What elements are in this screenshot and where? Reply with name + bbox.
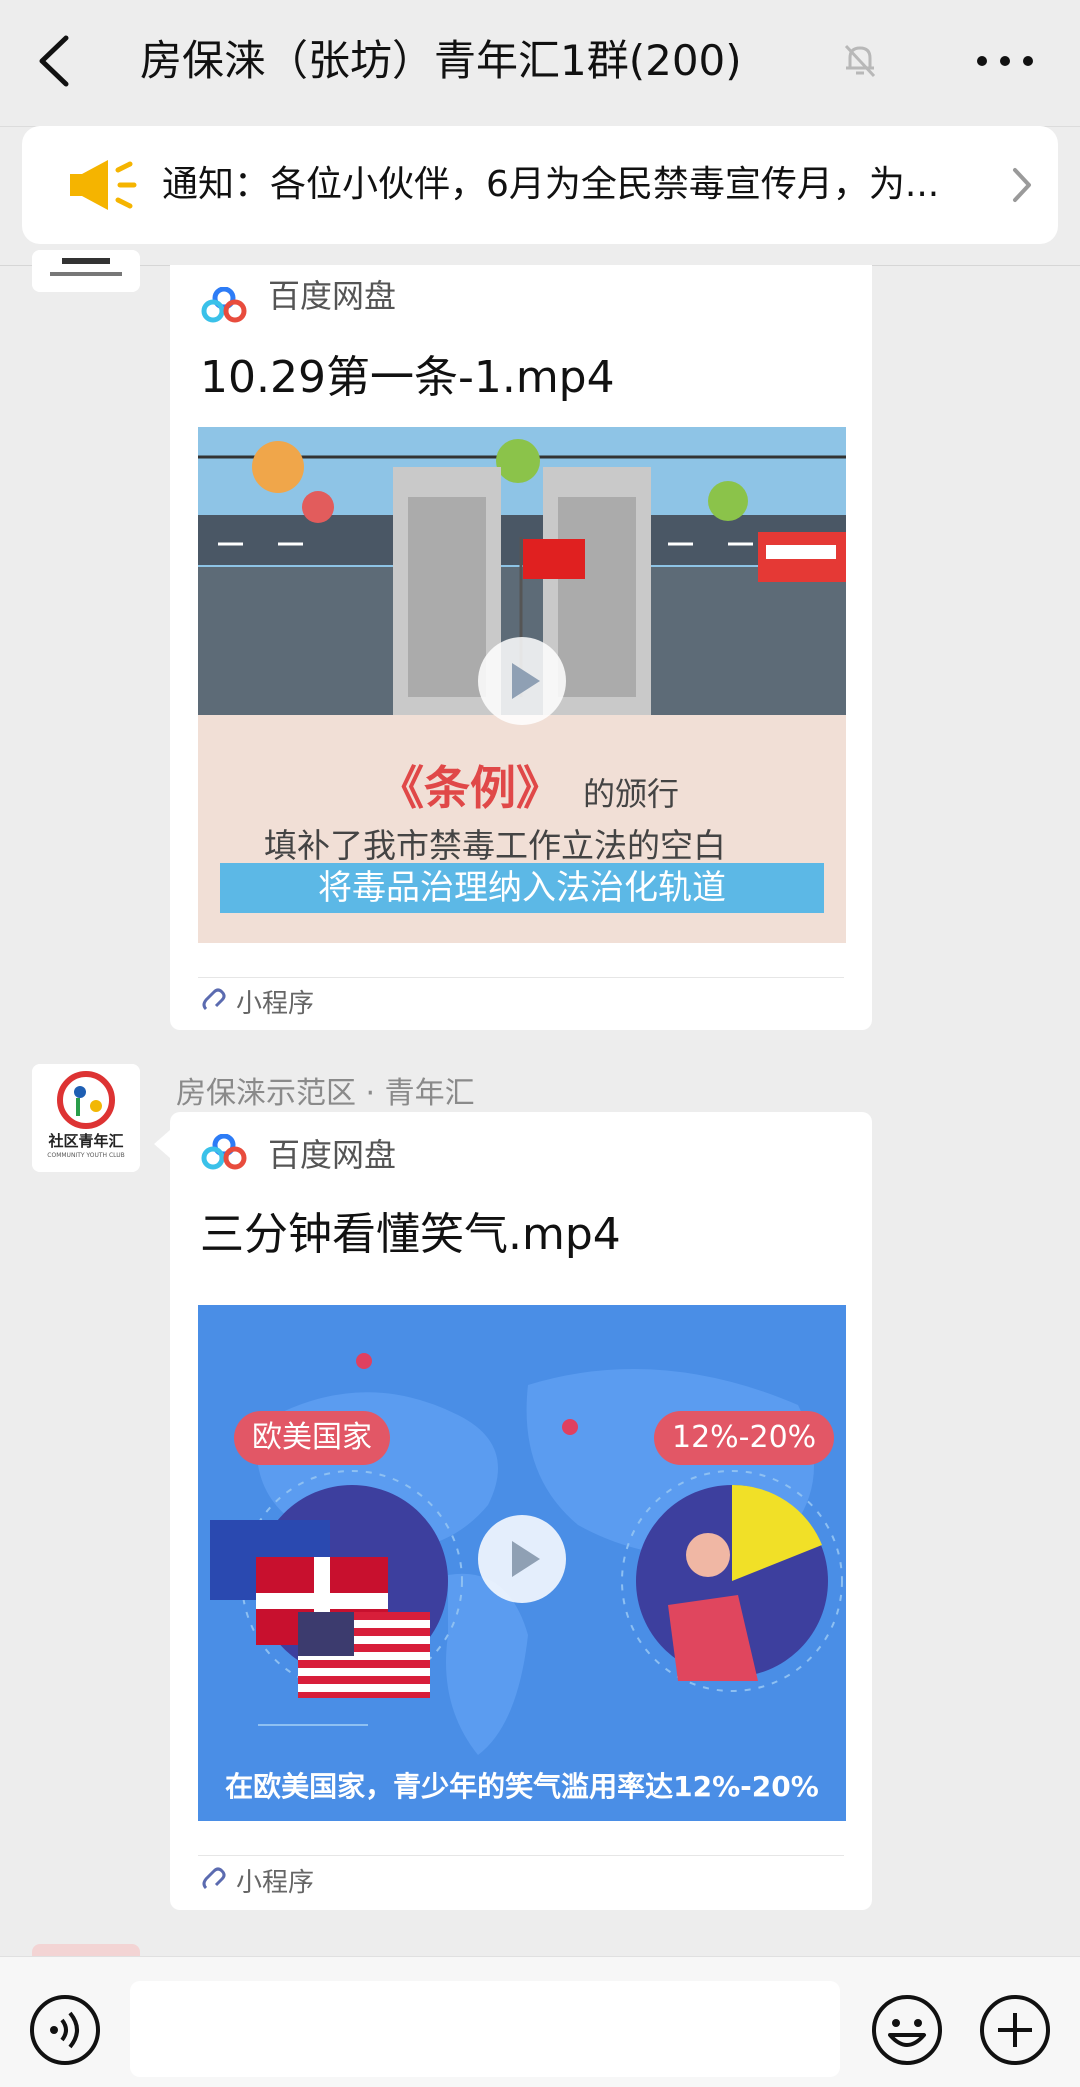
video-thumbnail[interactable]: 《条例》 的颁行 填补了我市禁毒工作立法的空白 将毒品治理纳入法治化轨道 [198,427,846,943]
notice-text: 通知：各位小伙伴，6月为全民禁毒宣传月，为... [162,164,940,205]
message-card[interactable]: 百度网盘 10.29第一条-1.mp4 《条例》 的颁行 填补了我市禁毒工作立法… [170,265,872,1030]
file-title: 三分钟看懂笑气.mp4 [200,1209,621,1260]
message-input[interactable] [130,1981,840,2077]
avatar-sub: COMMUNITY YOUTH CLUB [47,1152,125,1159]
thumb-caption: 在欧美国家，青少年的笑气滥用率达12%-20% [225,1770,819,1803]
chat-header: 房保涞（张坊）青年汇1群(200) [0,0,1080,127]
play-icon[interactable] [478,637,566,725]
play-icon[interactable] [478,1515,566,1603]
thumb-line1: 《条例》 [378,761,562,815]
youth-club-logo-icon [32,250,140,292]
avatar[interactable] [32,250,140,292]
thumb-line3: 将毒品治理纳入法治化轨道 [220,863,824,913]
back-icon[interactable] [30,30,80,92]
mini-program-icon [202,1867,226,1890]
plus-icon[interactable] [978,1993,1052,2067]
sender-name: 房保涞示范区 · 青年汇 [176,1076,475,1111]
message-card[interactable]: 百度网盘 三分钟看懂笑气.mp4 欧美国家 12%-20% 在欧美国家，青少年的… [154,1112,872,1910]
avatar[interactable]: 社区青年汇 COMMUNITY YOUTH CLUB [32,1064,140,1172]
bubble-pointer [154,1130,170,1158]
baidu-netdisk-icon [201,287,247,323]
file-title: 10.29第一条-1.mp4 [200,352,615,403]
thumb-tag-left: 欧美国家 [234,1411,390,1465]
thumb-tag-right: 12%-20% [654,1411,835,1465]
mini-program-label: 小程序 [236,989,315,1019]
baidu-netdisk-icon [201,1134,247,1170]
source-name: 百度网盘 [268,1136,397,1174]
mini-program-label: 小程序 [236,1868,315,1898]
chat-title: 房保涞（张坊）青年汇1群(200) [140,36,742,85]
voice-icon[interactable] [28,1993,102,2067]
mute-bell-icon [844,44,876,78]
more-icon[interactable] [970,35,1040,87]
avatar-label: 社区青年汇 [48,1132,124,1150]
source-name: 百度网盘 [268,277,397,315]
thumb-line1-suffix: 的颁行 [583,775,680,813]
divider [198,977,844,978]
emoji-icon[interactable] [870,1993,944,2067]
input-toolbar [0,1956,1080,2087]
divider [198,1855,844,1856]
group-notice-bar[interactable]: 通知：各位小伙伴，6月为全民禁毒宣传月，为... [22,126,1058,244]
video-thumbnail[interactable]: 欧美国家 12%-20% 在欧美国家，青少年的笑气滥用率达12%-20% [198,1305,846,1821]
chevron-right-icon [1013,168,1031,202]
mini-program-icon [202,988,226,1011]
megaphone-icon [70,160,137,210]
thumb-line2: 填补了我市禁毒工作立法的空白 [264,826,726,865]
